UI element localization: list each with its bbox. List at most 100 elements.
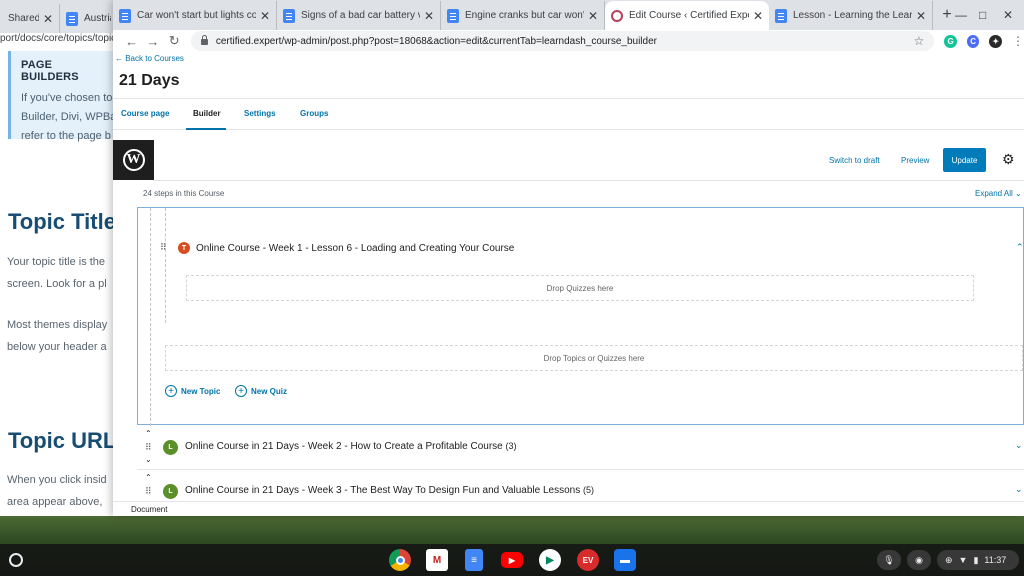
lesson-step-count: (3) [505,441,517,451]
microphone-icon[interactable]: 🎙 [877,550,901,570]
tab-settings[interactable]: Settings [244,109,276,118]
move-down-icon[interactable]: ⌄ [145,456,152,464]
close-icon[interactable]: ✕ [43,12,53,26]
chrome-window[interactable]: Car won't start but lights come o ✕ Sign… [113,0,1024,516]
doc-paragraph-line: area appear above, [7,496,103,508]
drop-topics-zone[interactable]: Drop Topics or Quizzes here [165,345,1023,371]
divider [154,180,1024,181]
status-tray[interactable]: ⊕ ▼ ▮ 11:37 [937,550,1019,570]
callout-line: refer to the page b [21,130,111,142]
tab-course-page[interactable]: Course page [121,109,169,118]
drag-handle-icon[interactable]: ⠿ [145,443,152,452]
page-title: 21 Days [119,72,180,89]
new-quiz-button[interactable]: + New Quiz [235,385,287,397]
battery-icon: ▮ [973,554,979,565]
chrome-menu-icon[interactable]: ⋮ [1012,34,1024,48]
documentation-page: PAGE BUILDERS If you've chosen to Builde… [0,51,120,516]
background-tab[interactable]: Shared Su ✕ [2,4,60,33]
background-address-fragment: port/docs/core/topics/topic [0,33,117,44]
wordpress-icon [611,9,623,22]
files-icon[interactable]: ▬ [614,549,636,571]
gear-icon[interactable]: ⚙ [1002,151,1015,168]
chevron-down-icon[interactable]: ⌄ [1015,484,1023,495]
move-up-icon[interactable]: ⌃ [145,430,152,438]
chevron-down-icon: ⌄ [1015,189,1022,198]
url-text[interactable]: certified.expert/wp-admin/post.php?post=… [216,36,914,47]
evernote-web-clipper-icon[interactable]: EV [577,549,599,571]
close-icon[interactable]: ✕ [916,9,926,23]
wordpress-logo[interactable]: W [113,140,154,180]
lesson-title[interactable]: Online Course in 21 Days - Week 2 - How … [185,441,517,452]
docs-icon[interactable]: ≡ [465,549,483,571]
preview-button[interactable]: Preview [901,156,929,165]
switch-to-draft-button[interactable]: Switch to draft [829,156,880,165]
gmail-icon[interactable]: M [426,549,448,571]
lesson-row[interactable]: ⌃ ⠿ ⌄ L Online Course in 21 Days - Week … [137,426,1024,470]
expanded-lesson: ⠿ T Online Course - Week 1 - Lesson 6 - … [137,207,1024,426]
play-store-icon[interactable]: ▶ [539,549,561,571]
close-icon[interactable]: ✕ [424,9,434,23]
plus-icon: + [235,385,247,397]
lesson-title-text: Online Course in 21 Days - Week 2 - How … [185,441,503,452]
background-tab[interactable]: Austria I [60,4,118,33]
new-topic-button[interactable]: + New Topic [165,385,220,397]
extensions-puzzle-icon[interactable]: ✦ [989,34,1003,48]
forward-icon[interactable]: → [142,34,163,49]
add-icon: ⊕ [945,554,953,565]
topic-title-heading: Topic Title [8,209,116,234]
lesson-title-text: Online Course in 21 Days - Week 3 - The … [185,485,581,496]
address-bar[interactable]: certified.expert/wp-admin/post.php?post=… [190,31,935,51]
close-icon[interactable]: ✕ [753,9,763,23]
drop-quizzes-label: Drop Quizzes here [546,283,614,293]
browser-tab[interactable]: Lesson - Learning the LearnDash ✕ [769,1,933,30]
tab-label: Austria I [84,13,111,24]
browser-tab-active[interactable]: Edit Course ‹ Certified Expert — V ✕ [605,1,769,30]
reload-icon[interactable]: ↻ [164,33,185,49]
launcher-icon[interactable] [9,553,23,567]
back-to-courses-link[interactable]: ← Back to Courses [115,54,184,63]
chevron-up-icon[interactable]: ⌃ [1016,242,1024,253]
document-footer[interactable]: Document [113,501,1024,516]
grammarly-extension-icon[interactable]: G [944,34,957,48]
minimize-icon[interactable]: — [955,8,967,22]
maximize-icon[interactable]: □ [979,8,986,22]
browser-tab[interactable]: Signs of a bad car battery vs. alte ✕ [277,1,441,30]
tab-strip: Car won't start but lights come o ✕ Sign… [113,0,1024,30]
doc-paragraph-line: When you click insid [7,474,107,486]
tree-line [165,208,166,323]
youtube-icon[interactable]: ▶ [501,552,523,568]
move-up-icon[interactable]: ⌃ [145,474,152,482]
callout-line: If you've chosen to [21,92,113,104]
docs-icon [66,11,78,26]
drag-handle-icon[interactable]: ⠿ [145,487,152,496]
topic-badge: T [178,242,190,254]
chevron-down-icon[interactable]: ⌄ [1015,440,1023,451]
close-window-icon[interactable]: ✕ [1003,8,1013,22]
drop-quizzes-zone[interactable]: Drop Quizzes here [186,275,974,301]
browser-tab[interactable]: Engine cranks but car won't start ✕ [441,1,605,30]
tree-line [150,208,151,426]
extension-icon[interactable]: C [966,34,980,48]
update-button[interactable]: Update [943,148,986,172]
doc-paragraph-line: Your topic title is the [7,256,106,268]
expand-all-button[interactable]: Expand All ⌄ [975,189,1022,198]
tab-groups[interactable]: Groups [300,109,328,118]
lesson-title[interactable]: Online Course in 21 Days - Week 3 - The … [185,485,594,496]
back-icon[interactable]: ← [121,34,142,49]
callout-heading: PAGE BUILDERS [21,59,79,83]
browser-tab[interactable]: Car won't start but lights come o ✕ [113,1,277,30]
lesson-title[interactable]: Online Course - Week 1 - Lesson 6 - Load… [196,243,514,254]
tab-builder[interactable]: Builder [193,109,221,118]
new-quiz-label: New Quiz [251,386,288,396]
drag-handle-icon[interactable]: ⠿ [160,243,167,252]
lock-icon[interactable] [200,35,208,45]
docs-icon [447,8,459,23]
screen-capture-icon[interactable]: ◉ [907,550,931,570]
close-icon[interactable]: ✕ [260,9,270,23]
chrome-icon[interactable] [389,549,411,571]
lesson-step-count: (5) [583,485,594,495]
close-icon[interactable]: ✕ [588,9,598,23]
tab-label: Engine cranks but car won't start [465,10,584,21]
bookmark-star-icon[interactable]: ☆ [914,34,925,48]
chromeos-shelf: M ≡ ▶ ▶ EV ▬ 🎙 ◉ ⊕ ▼ ▮ 11:37 [0,544,1024,576]
